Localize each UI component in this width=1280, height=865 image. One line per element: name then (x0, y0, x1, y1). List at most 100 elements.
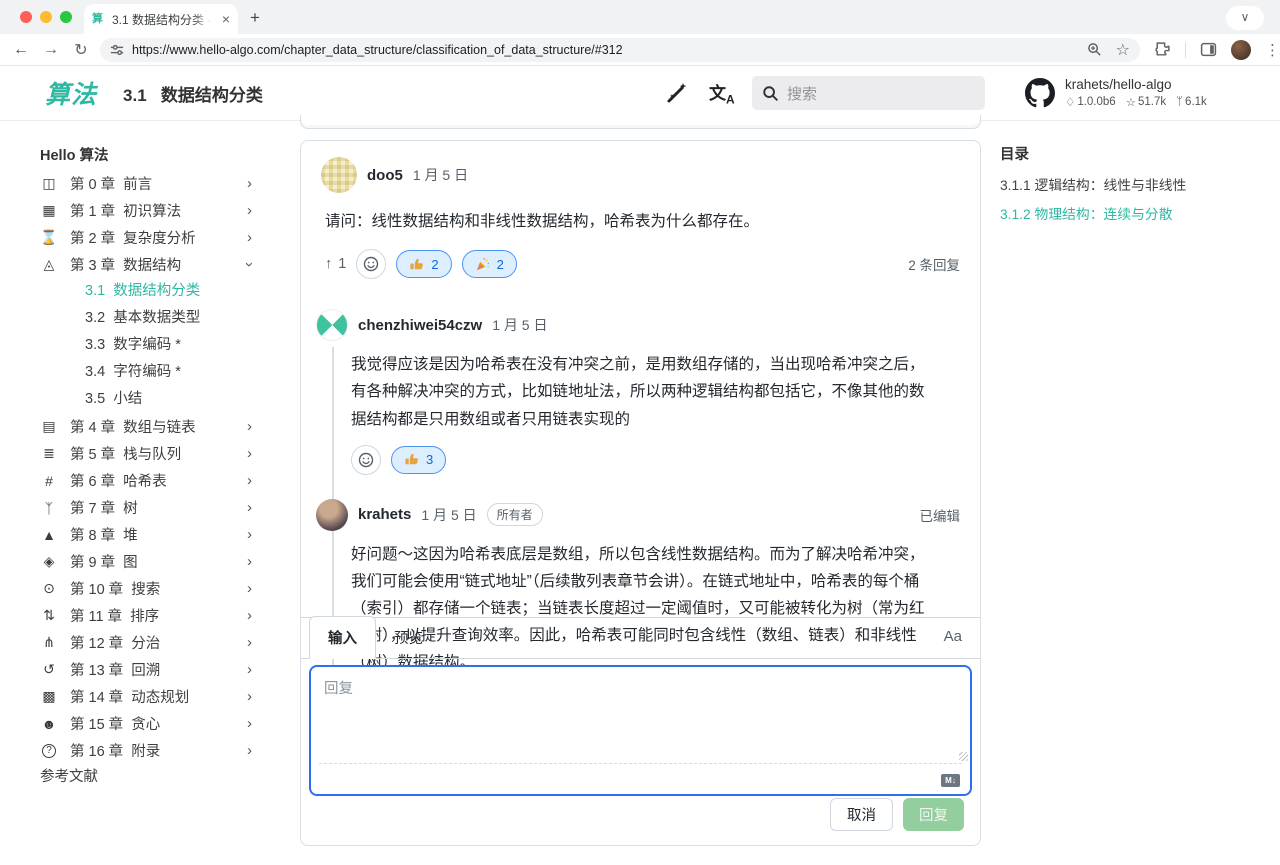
chevron-right-icon[interactable]: › (247, 715, 252, 732)
avatar[interactable] (316, 499, 348, 531)
reply-author[interactable]: chenzhiwei54czw (358, 317, 482, 334)
sidebar-item-chapter-0[interactable]: ◫第 0 章 前言› (40, 170, 300, 197)
array-icon: ▤ (40, 418, 58, 435)
chevron-right-icon[interactable]: › (247, 499, 252, 516)
hello-algo-logo[interactable]: 算法 (45, 75, 97, 111)
chevron-right-icon[interactable]: › (247, 634, 252, 651)
chevron-right-icon[interactable]: › (247, 526, 252, 543)
chevron-right-icon[interactable]: › (247, 445, 252, 462)
sidebar-item-chapter-11[interactable]: ⇅第 11 章 排序› (40, 602, 300, 629)
chevron-right-icon[interactable]: › (247, 661, 252, 678)
maximize-window-button[interactable] (60, 11, 72, 23)
thumbs-up-icon (409, 257, 424, 272)
text-format-button[interactable]: Aa (944, 628, 962, 645)
comment-date[interactable]: 1 月 5 日 (413, 165, 468, 185)
sidebar-item-chapter-4[interactable]: ▤ 第 4 章 数组与链表 › (40, 413, 300, 440)
sidebar-site-title: Hello 算法 (40, 143, 300, 170)
submit-reply-button[interactable]: 回复 (903, 798, 964, 831)
toc-item-0[interactable]: 3.1.1 逻辑结构：线性与非线性 (1000, 171, 1280, 200)
chevron-right-icon[interactable]: › (247, 742, 252, 759)
resize-handle[interactable] (959, 752, 968, 761)
extensions-puzzle-icon[interactable] (1154, 41, 1171, 58)
chevron-right-icon[interactable]: › (247, 229, 252, 246)
heap-icon: ▲ (40, 527, 58, 543)
browser-tab[interactable]: 算 3.1 数据结构分类 - Hello 算法 × (84, 4, 238, 34)
sidebar-item-chapter-8[interactable]: ▲第 8 章 堆› (40, 521, 300, 548)
sidebar-item-label: 第 6 章 哈希表 (70, 470, 167, 491)
reply-date[interactable]: 1 月 5 日 (492, 315, 547, 335)
cancel-button[interactable]: 取消 (830, 798, 893, 831)
sidebar-item-label: 第 4 章 数组与链表 (70, 416, 196, 437)
address-bar[interactable]: https://www.hello-algo.com/chapter_data_… (100, 38, 1140, 62)
reaction-pill-thumbs-up[interactable]: 2 (396, 250, 451, 278)
tab-write[interactable]: 输入 (309, 616, 376, 659)
bookmark-star-icon[interactable]: ☆ (1116, 40, 1130, 60)
sidebar-item-chapter-9[interactable]: ◈第 9 章 图› (40, 548, 300, 575)
search-input[interactable]: 搜索 (752, 76, 985, 110)
minimize-window-button[interactable] (40, 11, 52, 23)
reload-button[interactable]: ↻ (66, 40, 96, 60)
sidebar-item-chapter-14[interactable]: ▩第 14 章 动态规划› (40, 683, 300, 710)
sidebar-item-chapter-5[interactable]: ≣第 5 章 栈与队列› (40, 440, 300, 467)
abacus-icon: ▦ (40, 202, 58, 219)
reaction-pill-tada[interactable]: 2 (462, 250, 517, 278)
repo-name: krahets/hello-algo (1065, 77, 1207, 92)
chevron-right-icon[interactable]: › (247, 418, 252, 435)
chevron-right-icon[interactable]: › (247, 607, 252, 624)
browser-menu-kebab-icon[interactable]: ⋮ (1265, 41, 1280, 59)
reply-date[interactable]: 1 月 5 日 (421, 505, 476, 525)
reply-author[interactable]: krahets (358, 506, 411, 523)
sidebar-item-chapter-6[interactable]: #第 6 章 哈希表› (40, 467, 300, 494)
sidebar-item-chapter-1[interactable]: ▦第 1 章 初识算法› (40, 197, 300, 224)
sidebar-item-chapter-12[interactable]: ⋔第 12 章 分治› (40, 629, 300, 656)
close-window-button[interactable] (20, 11, 32, 23)
sidebar-subitem-3.4[interactable]: 3.4 字符编码 * (40, 359, 300, 386)
sidebar-item-chapter-3[interactable]: ◬第 3 章 数据结构› (40, 251, 300, 278)
theme-toggle-icon[interactable] (665, 81, 689, 105)
add-reaction-button[interactable] (356, 249, 386, 279)
chevron-right-icon[interactable]: › (247, 553, 252, 570)
chevron-right-icon[interactable]: › (247, 580, 252, 597)
comment-author[interactable]: doo5 (367, 167, 403, 184)
upvote-button[interactable]: ↑ 1 (325, 256, 346, 272)
sidebar-subitem-3.3[interactable]: 3.3 数字编码 * (40, 332, 300, 359)
sidebar-item-chapter-2[interactable]: ⌛第 2 章 复杂度分析› (40, 224, 300, 251)
back-button[interactable]: ← (6, 41, 36, 59)
sidebar-item-chapter-16[interactable]: ?第 16 章 附录› (40, 737, 300, 764)
chevron-down-icon[interactable]: › (241, 262, 258, 267)
forward-button[interactable]: → (36, 41, 66, 59)
sidebar-item-chapter-13[interactable]: ↺第 13 章 回溯› (40, 656, 300, 683)
sidebar-subitem-3.2[interactable]: 3.2 基本数据类型 (40, 305, 300, 332)
browser-profile-avatar[interactable] (1231, 40, 1251, 60)
sidebar-item-chapter-10[interactable]: ⊙第 10 章 搜索› (40, 575, 300, 602)
table-of-contents: 目录 3.1.1 逻辑结构：线性与非线性3.1.2 物理结构：连续与分散 (1000, 121, 1280, 229)
url-text[interactable]: https://www.hello-algo.com/chapter_data_… (132, 43, 1087, 57)
sidebar-item-chapter-15[interactable]: ☻第 15 章 贪心› (40, 710, 300, 737)
sidebar-subitem-3.5[interactable]: 3.5 小结 (40, 386, 300, 413)
chevron-right-icon[interactable]: › (247, 472, 252, 489)
reaction-pill-thumbs-up[interactable]: 3 (391, 446, 446, 474)
sidebar-item-references[interactable]: 参考文献 (40, 764, 300, 791)
toc-item-1[interactable]: 3.1.2 物理结构：连续与分散 (1000, 200, 1280, 229)
sidebar-item-chapter-7[interactable]: ᛉ第 7 章 树› (40, 494, 300, 521)
side-panel-icon[interactable] (1200, 41, 1217, 58)
chevron-right-icon[interactable]: › (247, 688, 252, 705)
new-tab-button[interactable]: + (250, 8, 260, 28)
chevron-right-icon[interactable]: › (247, 175, 252, 192)
reply-textarea[interactable]: 回复 M↓ (309, 665, 972, 796)
tab-preview[interactable]: 预览 (376, 617, 441, 658)
tag-icon: ♢ (1065, 95, 1075, 109)
zoom-icon[interactable] (1087, 42, 1102, 57)
tab-search-chevron-icon[interactable]: ∨ (1226, 6, 1264, 30)
tab-close-icon[interactable]: × (222, 11, 230, 27)
tree-icon: ᛉ (40, 500, 58, 516)
avatar[interactable] (316, 309, 348, 341)
add-reaction-button[interactable] (351, 445, 381, 475)
chevron-right-icon[interactable]: › (247, 202, 252, 219)
github-repo-card[interactable]: krahets/hello-algo ♢1.0.0b6 ☆51.7k ᛘ6.1k (1025, 77, 1207, 109)
avatar[interactable] (321, 157, 357, 193)
sidebar-item-label: 第 14 章 动态规划 (70, 686, 189, 707)
site-settings-icon[interactable] (110, 43, 124, 57)
sidebar-subitem-3.1[interactable]: 3.1 数据结构分类 (40, 278, 300, 305)
language-switch-icon[interactable]: 文A (709, 79, 735, 106)
